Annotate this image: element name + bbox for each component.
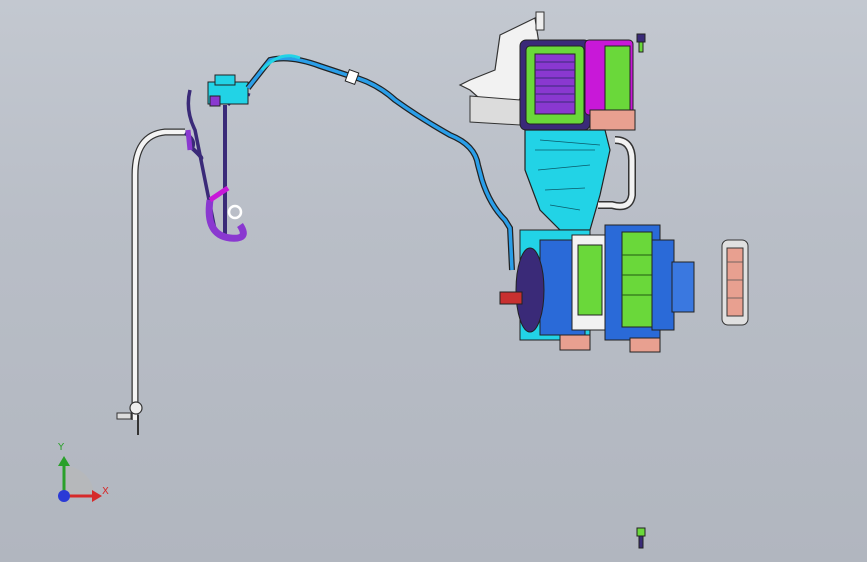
top-filter-module[interactable] (519, 39, 636, 131)
purple-hose-assembly[interactable] (183, 89, 251, 242)
cyan-manifold-block[interactable] (207, 74, 249, 107)
lower-blend-door-module[interactable] (519, 224, 695, 353)
left-vertical-pipe[interactable] (116, 128, 185, 435)
gauge-icon (129, 401, 143, 415)
z-axis-dot (58, 490, 70, 502)
detached-side-panel[interactable] (721, 239, 749, 326)
graphics-viewport[interactable]: Y X (0, 0, 867, 562)
bolt-bottom[interactable] (636, 527, 646, 549)
x-axis-label: X (102, 486, 109, 497)
main-hvac-case[interactable] (524, 129, 636, 231)
blower-motor[interactable] (499, 247, 545, 333)
hvac-assembly-model[interactable] (0, 0, 867, 562)
coordinate-triad: Y X (48, 440, 118, 510)
bolt-top-right[interactable] (636, 33, 646, 53)
y-axis-label: Y (58, 442, 65, 453)
